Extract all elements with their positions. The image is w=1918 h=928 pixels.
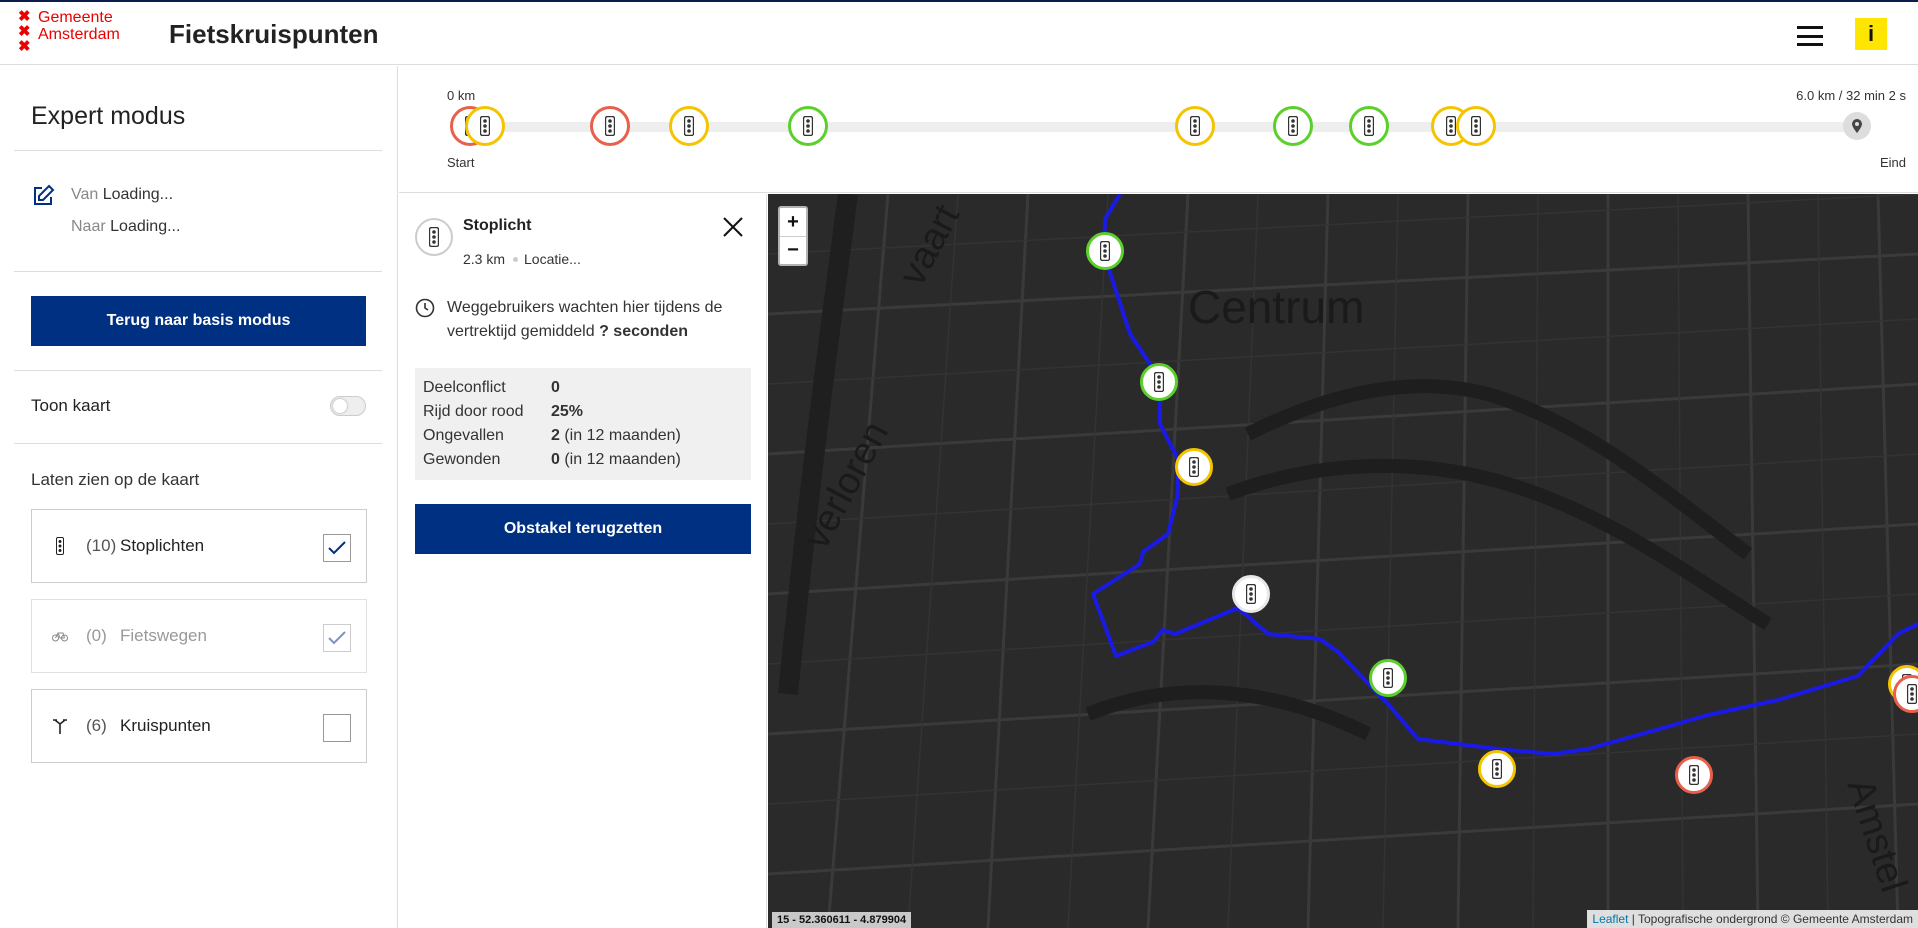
leaflet-link[interactable]: Leaflet (1592, 912, 1628, 926)
traffic-light-icon (52, 536, 68, 556)
traffic-light-icon (1288, 116, 1298, 136)
stat-row: Deelconflict 0 (423, 379, 560, 396)
timeline-marker[interactable] (590, 106, 630, 146)
timeline-marker[interactable] (1456, 106, 1496, 146)
detail-subtitle: 2.3 km Locatie... (463, 251, 581, 267)
traffic-light-icon (1492, 759, 1502, 779)
traffic-light-icon (1100, 241, 1110, 261)
checkmark-icon (328, 631, 346, 645)
wait-text: Weggebruikers wachten hier tijdens de ve… (447, 299, 723, 340)
route-to: Naar Loading... (71, 218, 181, 235)
traffic-light-icon (415, 218, 453, 256)
map-attribution: Leaflet | Topografische ondergrond © Gem… (1587, 910, 1918, 928)
traffic-light-icon (1446, 116, 1456, 136)
stat-row: Rijd door rood 25% (423, 403, 584, 420)
route-timeline: 0 km 6.0 km / 32 min 2 s Start Eind (399, 66, 1918, 193)
gemeente-amsterdam-logo[interactable]: ✖ ✖ ✖ Gemeente Amsterdam (18, 9, 120, 54)
route-line (1091, 194, 1918, 756)
traffic-lights-checkbox[interactable] (323, 534, 351, 562)
timeline-start-label: Start (447, 155, 475, 170)
bike-paths-checkbox[interactable] (323, 624, 351, 652)
map-marker[interactable] (1369, 659, 1407, 697)
map-marker[interactable] (1675, 756, 1713, 794)
timeline-marker[interactable] (465, 106, 505, 146)
divider (14, 271, 382, 272)
map-marker[interactable] (1478, 750, 1516, 788)
divider (14, 370, 382, 371)
edit-icon[interactable] (31, 184, 55, 208)
reset-obstacle-button[interactable]: Obstakel terugzetten (415, 504, 751, 554)
timeline-end-label: Eind (1879, 155, 1906, 170)
junction-icon (52, 716, 68, 736)
timeline-marker[interactable] (1175, 106, 1215, 146)
traffic-light-icon (684, 116, 694, 136)
traffic-light-icon (1154, 372, 1164, 392)
sidebar-title: Expert modus (31, 102, 186, 130)
map-coordinates: 15 - 52.360611 - 4.879904 (772, 912, 912, 928)
traffic-light-icon (1189, 457, 1199, 477)
clock-icon (415, 298, 435, 318)
detail-panel: Stoplicht 2.3 km Locatie... Weggebruikers… (399, 194, 767, 928)
show-map-label: Toon kaart (31, 396, 111, 415)
map-marker-selected[interactable] (1232, 575, 1270, 613)
traffic-light-icon (1364, 116, 1374, 136)
stat-row: Ongevallen 2 (in 12 maanden) (423, 427, 681, 444)
location-pin-icon[interactable] (1843, 112, 1871, 140)
map-marker[interactable] (1086, 232, 1124, 270)
junctions-checkbox[interactable] (323, 714, 351, 742)
logo-line-1: Gemeente (38, 9, 113, 26)
filter-bike-paths[interactable]: (0) Fietswegen (31, 599, 367, 673)
sidebar: Expert modus Van Loading... Naar Loading… (0, 66, 398, 928)
timeline-end-summary: 6.0 km / 32 min 2 s (1796, 88, 1906, 103)
traffic-light-icon (1471, 116, 1481, 136)
show-on-map-label: Laten zien op de kaart (31, 470, 200, 489)
back-to-basic-mode-button[interactable]: Terug naar basis modus (31, 296, 366, 346)
map-marker[interactable] (1140, 363, 1178, 401)
stat-row: Gewonden 0 (in 12 maanden) (423, 451, 681, 468)
timeline-marker[interactable] (1349, 106, 1389, 146)
zoom-out-button[interactable]: − (780, 236, 806, 264)
logo-line-2: Amsterdam (38, 26, 120, 43)
info-button[interactable]: i (1855, 18, 1887, 50)
show-map-toggle[interactable] (330, 396, 366, 416)
checkmark-icon (328, 541, 346, 555)
map-view[interactable]: Centrum verloren vaart Amstel + − 15 - 5… (768, 194, 1918, 928)
menu-icon[interactable] (1797, 26, 1823, 46)
filter-junctions[interactable]: (6) Kruispunten (31, 689, 367, 763)
app-title: Fietskruispunten (169, 19, 379, 49)
traffic-light-icon (1689, 765, 1699, 785)
divider (14, 443, 382, 444)
traffic-light-icon (1246, 584, 1256, 604)
traffic-light-icon (1190, 116, 1200, 136)
detail-title: Stoplicht (463, 217, 532, 234)
filter-traffic-lights[interactable]: (10) Stoplichten (31, 509, 367, 583)
route-from: Van Loading... (71, 186, 174, 203)
traffic-light-icon (605, 116, 615, 136)
stats-box: Deelconflict 0 Rijd door rood 25% Ongevall… (415, 368, 751, 480)
amsterdam-crosses-icon: ✖ ✖ ✖ (18, 8, 31, 55)
app-header: ✖ ✖ ✖ Gemeente Amsterdam Fietskruispunten … (0, 2, 1918, 65)
timeline-start-km: 0 km (447, 88, 476, 103)
zoom-control: + − (778, 206, 808, 266)
traffic-light-icon (480, 116, 490, 136)
bicycle-icon (52, 626, 68, 646)
close-icon[interactable] (722, 216, 744, 238)
map-marker[interactable] (1175, 448, 1213, 486)
timeline-marker[interactable] (1273, 106, 1313, 146)
traffic-light-icon (1383, 668, 1393, 688)
traffic-light-icon (803, 116, 813, 136)
timeline-marker[interactable] (788, 106, 828, 146)
traffic-light-icon (1907, 684, 1917, 704)
timeline-marker[interactable] (669, 106, 709, 146)
divider (14, 150, 382, 151)
zoom-in-button[interactable]: + (780, 208, 806, 236)
